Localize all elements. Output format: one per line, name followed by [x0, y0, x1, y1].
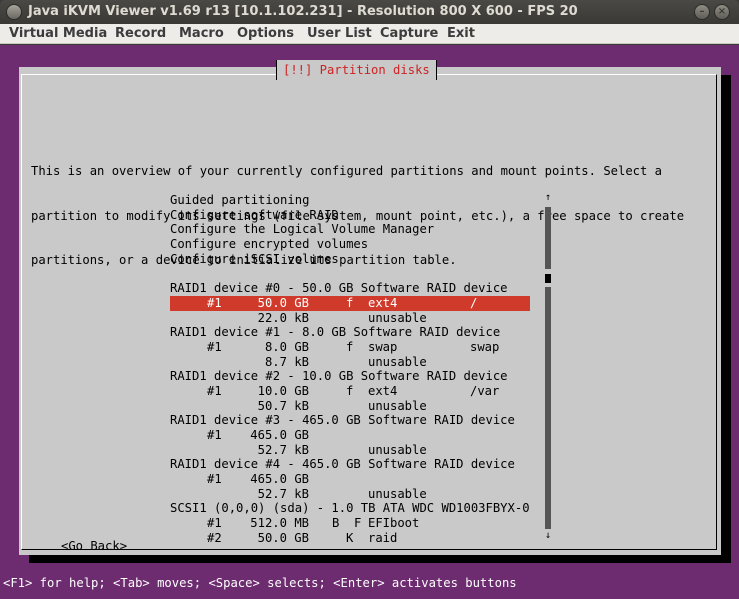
partition-row[interactable]: 8.7 kB unusable	[170, 355, 530, 370]
partition-row[interactable]: #1 50.0 GB f ext4/	[170, 295, 530, 311]
partition-flags: K	[346, 530, 354, 545]
menu-user-list[interactable]: User List	[307, 26, 372, 41]
partition-filesystem: swap	[368, 339, 398, 354]
kvm-console[interactable]: [!!] Partition disks This is an overview…	[0, 45, 739, 599]
partition-row[interactable]: 50.7 kB unusable	[170, 399, 530, 414]
partition-size: 465.0 GB	[250, 472, 309, 487]
device-header: RAID1 device #3 - 465.0 GB Software RAID…	[170, 413, 515, 428]
partition-row[interactable]: #1 8.0 GB f swap swap	[170, 340, 530, 355]
menu-options[interactable]: Options	[237, 26, 294, 41]
partition-row[interactable]: #1 465.0 GB	[170, 428, 530, 443]
list-scrollbar[interactable]: ↑ ↓	[544, 193, 552, 541]
menu-option-label: Guided partitioning	[170, 193, 310, 207]
partition-flags: f	[346, 383, 354, 398]
partition-list: Guided partitioning Configure software RA…	[170, 193, 530, 546]
close-button[interactable]: ×	[714, 4, 730, 20]
device-row[interactable]: RAID1 device #2 - 10.0 GB Software RAID …	[170, 369, 530, 384]
menu-option[interactable]: Configure encrypted volumes	[170, 237, 530, 252]
partition-size: 50.7 kB	[257, 398, 309, 413]
device-row[interactable]: RAID1 device #1 - 8.0 GB Software RAID d…	[170, 325, 530, 340]
menu-record[interactable]: Record	[115, 26, 166, 41]
partition-size: 50.0 GB	[257, 295, 309, 310]
partition-size: 10.0 GB	[257, 383, 309, 398]
menu-option[interactable]: Configure software RAID	[170, 208, 530, 223]
window-titlebar: Java iKVM Viewer v1.69 r13 [10.1.102.231…	[0, 0, 739, 24]
partition-flags: f	[346, 339, 354, 354]
scroll-track[interactable]	[545, 207, 551, 269]
partition-size: 8.0 GB	[264, 339, 309, 354]
partition-size: 52.7 kB	[257, 442, 309, 457]
partition-filesystem: unusable	[368, 442, 427, 457]
partition-row[interactable]: #2 50.0 GB Kraid	[170, 531, 530, 546]
partition-size: 52.7 kB	[257, 486, 309, 501]
device-row[interactable]: RAID1 device #4 - 465.0 GB Software RAID…	[170, 457, 530, 472]
menu-option[interactable]: Guided partitioning	[170, 193, 530, 208]
menu-option-label: Configure software RAID	[170, 207, 339, 222]
partition-row[interactable]: 22.0 kB unusable	[170, 311, 530, 326]
scroll-thumb[interactable]	[545, 274, 551, 283]
menu-option-label: Configure iSCSI volumes	[170, 251, 339, 266]
device-header: RAID1 device #1 - 8.0 GB Software RAID d…	[170, 325, 501, 340]
device-header: RAID1 device #2 - 10.0 GB Software RAID …	[170, 369, 508, 384]
partition-mount-point: /var	[470, 383, 500, 398]
partition-flags: f	[346, 295, 354, 310]
partition-row[interactable]: #1 10.0 GB f ext4/var	[170, 384, 530, 399]
go-back-button[interactable]: <Go Back>	[61, 539, 127, 554]
partition-filesystem: EFIboot	[368, 516, 420, 531]
partition-flags: B F	[332, 516, 362, 531]
device-header: RAID1 device #4 - 465.0 GB Software RAID…	[170, 457, 515, 472]
menu-option[interactable]: Configure iSCSI volumes	[170, 252, 530, 267]
scroll-up-arrow-icon[interactable]: ↑	[544, 193, 552, 203]
scroll-track[interactable]	[545, 287, 551, 529]
device-row[interactable]: RAID1 device #0 - 50.0 GB Software RAID …	[170, 281, 530, 296]
dialog-title: [!!] Partition disks	[276, 60, 437, 80]
partition-size: 50.0 GB	[257, 530, 309, 545]
partition-row[interactable]: #1 512.0 MB B F EFIboot	[170, 516, 530, 531]
partition-filesystem: unusable	[368, 486, 427, 501]
partition-filesystem: unusable	[368, 354, 427, 369]
menu-option-label: Configure encrypted volumes	[170, 237, 369, 252]
device-header: RAID1 device #0 - 50.0 GB Software RAID …	[170, 281, 508, 296]
partition-row[interactable]: 52.7 kB unusable	[170, 487, 530, 502]
partition-size: 512.0 MB	[250, 516, 309, 531]
partition-mount-point: swap	[470, 339, 500, 354]
partition-filesystem: raid	[368, 530, 398, 545]
partition-size: 22.0 kB	[257, 310, 309, 325]
partition-filesystem: unusable	[368, 398, 427, 413]
partition-row[interactable]: #1 465.0 GB	[170, 472, 530, 487]
partition-disks-dialog: [!!] Partition disks This is an overview…	[19, 60, 721, 555]
window-menu-button[interactable]	[6, 4, 22, 20]
menu-exit[interactable]: Exit	[447, 26, 475, 41]
menu-option-label: Configure the Logical Volume Manager	[170, 222, 435, 237]
partition-size: 8.7 kB	[264, 354, 309, 369]
menu-bar: Virtual Media Record Macro Options User …	[0, 24, 739, 44]
help-status-bar: <F1> for help; <Tab> moves; <Space> sele…	[3, 576, 517, 590]
scroll-down-arrow-icon[interactable]: ↓	[544, 531, 552, 541]
partition-size: 465.0 GB	[250, 428, 309, 442]
menu-capture[interactable]: Capture	[380, 26, 438, 41]
device-row[interactable]: RAID1 device #3 - 465.0 GB Software RAID…	[170, 413, 530, 428]
menu-virtual-media[interactable]: Virtual Media	[9, 26, 107, 41]
device-header: SCSI1 (0,0,0) (sda) - 1.0 TB ATA WDC WD1…	[170, 501, 530, 516]
window-title: Java iKVM Viewer v1.69 r13 [10.1.102.231…	[28, 4, 578, 19]
minimize-button[interactable]: –	[694, 4, 710, 20]
partition-filesystem: unusable	[368, 310, 427, 325]
partition-filesystem: ext4	[368, 295, 398, 310]
partition-row[interactable]: 52.7 kB unusable	[170, 443, 530, 458]
menu-macro[interactable]: Macro	[179, 26, 224, 41]
device-row[interactable]: SCSI1 (0,0,0) (sda) - 1.0 TB ATA WDC WD1…	[170, 501, 530, 516]
intro-line: This is an overview of your currently co…	[31, 164, 663, 179]
partition-filesystem: ext4	[368, 383, 398, 398]
menu-option[interactable]: Configure the Logical Volume Manager	[170, 222, 530, 237]
partition-mount-point: /	[470, 295, 478, 310]
